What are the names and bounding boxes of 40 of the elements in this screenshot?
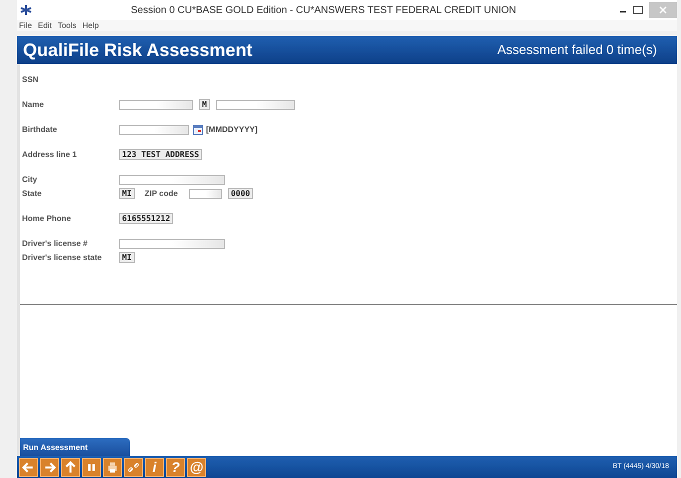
menu-item[interactable]: Tools: [58, 20, 76, 32]
field-label: ZIP code: [144, 188, 178, 200]
input-field[interactable]: [119, 238, 225, 248]
field-label: City: [22, 174, 38, 186]
field-value: 0000: [228, 188, 254, 199]
input-field[interactable]: [119, 100, 193, 110]
app-logo-icon: [20, 4, 32, 16]
field-value: MI: [119, 188, 135, 199]
field-value: 6165551212: [119, 213, 174, 224]
input-field[interactable]: [188, 188, 222, 198]
link-button[interactable]: [124, 458, 143, 476]
back-arrow-button[interactable]: [19, 458, 38, 476]
calendar-icon[interactable]: [193, 124, 203, 134]
field-value: MI: [119, 252, 135, 263]
up-arrow-button[interactable]: [61, 458, 80, 476]
assessment-status: Assessment failed 0 time(s): [497, 41, 657, 60]
field-label: Driver's license state: [22, 252, 103, 264]
menu-item[interactable]: Help: [82, 20, 99, 32]
printer-button[interactable]: [103, 458, 122, 476]
field-label: Birthdate: [22, 124, 58, 136]
menu-item[interactable]: File: [19, 20, 32, 32]
format-hint: [MMDDYYYY]: [206, 124, 258, 136]
input-field[interactable]: [119, 174, 225, 184]
input-field[interactable]: [119, 124, 189, 134]
field-label: Address line 1: [22, 148, 78, 160]
run-assessment-tab[interactable]: Run Assessment: [20, 438, 130, 456]
maximize-button[interactable]: [633, 6, 643, 14]
field-label: Name: [22, 98, 45, 110]
field-label: Home Phone: [22, 212, 72, 224]
menu-item[interactable]: Edit: [38, 20, 52, 32]
forward-arrow-button[interactable]: [40, 458, 59, 476]
field-label: State: [22, 188, 43, 200]
field-value: 123 TEST ADDRESS: [119, 149, 202, 160]
field-value: M: [199, 99, 210, 110]
page-title: QualiFile Risk Assessment: [23, 38, 252, 62]
field-label: Driver's license #: [22, 238, 88, 250]
field-label: SSN: [22, 74, 40, 86]
window-title: Session 0 CU*BASE GOLD Edition - CU*ANSWERS TEST FEDERAL CREDIT UNION: [130, 4, 518, 18]
input-field[interactable]: [216, 100, 295, 110]
pause-button[interactable]: [82, 458, 101, 476]
